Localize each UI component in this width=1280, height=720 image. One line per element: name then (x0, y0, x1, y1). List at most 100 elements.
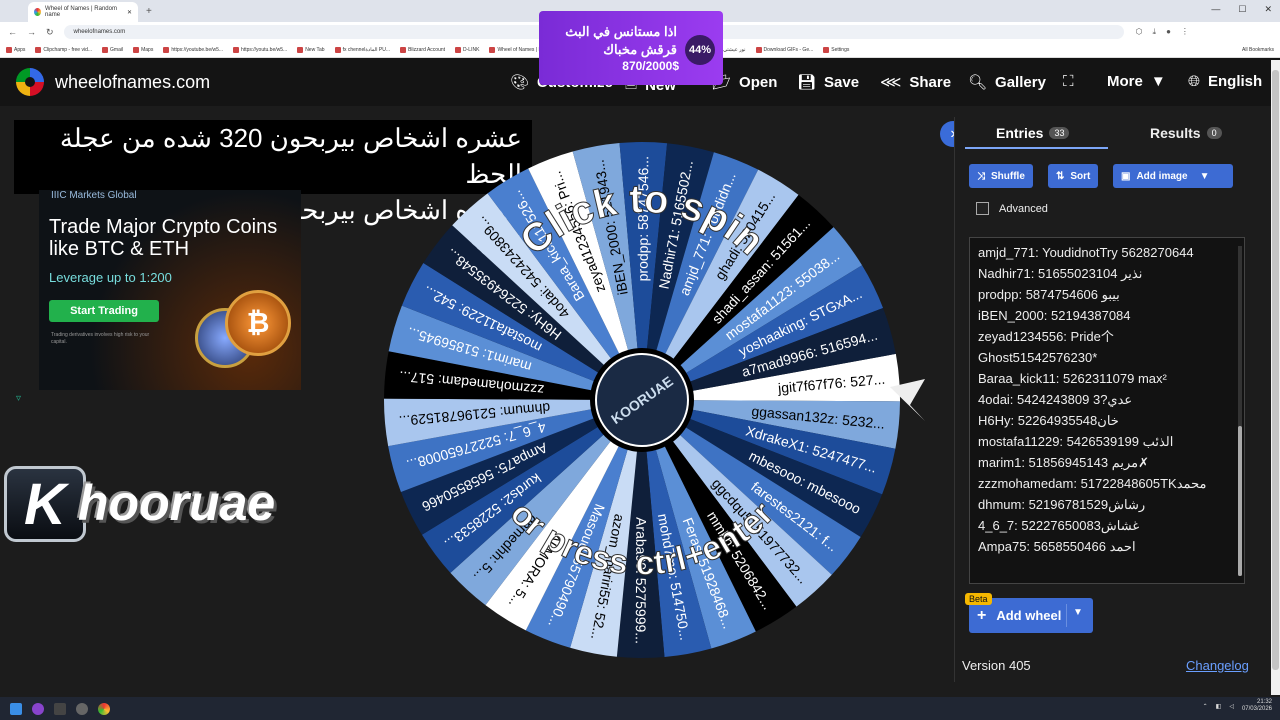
wheelofnames-logo-icon[interactable] (16, 68, 44, 96)
image-icon: ▣ (1121, 170, 1131, 182)
bookmark-item[interactable]: https://youtube.be/w5... (163, 46, 223, 53)
close-tab-icon[interactable]: ✕ (127, 9, 132, 16)
bookmark-item[interactable]: Clipchamp - free vid... (35, 46, 92, 53)
bookmark-item[interactable]: Maps (133, 46, 153, 53)
entry-item[interactable]: mostafa11229: 5426539199 الذئب (978, 431, 1206, 452)
entry-item[interactable]: Baraa_kick11: 5262311079 max² (978, 368, 1206, 389)
tab-entries[interactable]: Entries 33 (996, 125, 1070, 141)
reload-icon[interactable]: ↻ (46, 27, 54, 38)
results-label: Results (1150, 125, 1201, 141)
menu-icon[interactable]: ⋮ (1181, 27, 1189, 37)
entries-scrollbar-thumb[interactable] (1238, 426, 1242, 576)
entry-item[interactable]: prodpp: 5874754606 بيبو (978, 284, 1206, 305)
forward-icon[interactable]: → (27, 27, 36, 38)
sidebar: Entries 33 Results 0 ⤨ Shuffle ⇅ Sort ▣ Add i… (954, 117, 1252, 682)
entry-item[interactable]: iBEN_2000: 52194387084 (978, 305, 1206, 326)
sort-label: Sort (1070, 170, 1091, 182)
page-scrollbar-thumb[interactable] (1272, 70, 1279, 670)
bookmark-favicon-icon (823, 46, 830, 53)
entry-item[interactable]: 4_6_7: 52227650083غشاش (978, 515, 1206, 536)
page-scrollbar[interactable] (1271, 60, 1280, 695)
minimize-icon[interactable]: — (1211, 4, 1220, 15)
gallery-button[interactable]: 🔍︎ Gallery (968, 73, 1046, 92)
start-trading-button[interactable]: Start Trading (49, 300, 159, 322)
entry-item[interactable]: H6Hy: 52264935548خان (978, 410, 1206, 431)
add-image-button[interactable]: ▣ Add image ▼ (1113, 164, 1233, 188)
fullscreen-button[interactable]: ⛶ (1063, 73, 1074, 90)
all-bookmarks-button[interactable]: All Bookmarks (1242, 47, 1274, 53)
entries-scrollbar[interactable] (1238, 246, 1242, 576)
url-text: wheelofnames.com (73, 29, 126, 35)
profile-icon[interactable]: ● (1166, 27, 1171, 37)
plus-icon: + (977, 606, 987, 624)
entries-label: Entries (996, 125, 1044, 141)
app-icon[interactable] (32, 702, 44, 715)
close-window-icon[interactable]: ✕ (1264, 4, 1272, 15)
bookmark-item[interactable]: Apps (6, 46, 25, 53)
advanced-checkbox[interactable]: Advanced (976, 202, 1048, 215)
maximize-icon[interactable]: ☐ (1238, 4, 1246, 15)
browser-tab[interactable]: Wheel of Names | Random name ✕ (28, 2, 138, 22)
network-icon[interactable]: ◧ (1216, 703, 1222, 710)
app-icon[interactable] (76, 702, 88, 715)
entry-item[interactable]: 4odai: 5424243809 عدي?3 (978, 389, 1206, 410)
results-count-badge: 0 (1206, 127, 1222, 139)
ad-choices-icon[interactable]: ▿ (16, 393, 21, 404)
sort-button[interactable]: ⇅ Sort (1048, 164, 1099, 188)
site-name[interactable]: wheelofnames.com (55, 72, 210, 93)
extension-icon[interactable]: ⬡ (1136, 27, 1143, 37)
entry-item[interactable]: marim1: 51856945143 مريم✗ (978, 452, 1206, 473)
bookmark-item[interactable]: D-LINK (455, 46, 479, 53)
checkbox-icon[interactable] (976, 202, 989, 215)
bookmark-item[interactable]: Blizzard Account (400, 46, 445, 53)
save-button[interactable]: 💾︎ Save (797, 73, 859, 92)
bookmark-item[interactable]: https://youtu.be/w5... (233, 46, 287, 53)
add-wheel-dropdown-icon[interactable]: ▼ (1073, 607, 1083, 618)
active-tab-indicator (965, 147, 1108, 149)
floppy-icon: 💾︎ (797, 74, 817, 91)
tab-results[interactable]: Results 0 (1150, 125, 1222, 141)
bookmark-favicon-icon (163, 46, 170, 53)
back-icon[interactable]: ← (8, 27, 17, 38)
ad-leverage: Leverage up to 1:200 (49, 270, 172, 285)
entry-item[interactable]: amjd_771: YoudidnotTry 5628270644 (978, 242, 1206, 263)
entry-item[interactable]: dhmum: 52196781529رشاش (978, 494, 1206, 515)
download-icon[interactable]: ⤓ (1153, 27, 1157, 37)
donation-line1: اذا مستانس في البث (565, 24, 677, 39)
add-wheel-label: Add wheel (996, 608, 1062, 623)
tray-arrow-icon[interactable]: ⌃ (1203, 703, 1208, 710)
entry-item[interactable]: Ghost51542576230* (978, 347, 1206, 368)
bookmark-item[interactable]: fx chennelالمادة PU... (334, 46, 390, 53)
name-wheel[interactable]: jgit7f67f76: 527...ggassan132z: 5232...X… (380, 137, 925, 665)
tab-title: Wheel of Names | Random name (45, 6, 117, 18)
app-icon[interactable] (54, 702, 66, 715)
language-button[interactable]: 🌐︎ English (1188, 73, 1262, 90)
streamer-logo-letter: K (4, 466, 86, 542)
bookmark-label: New Tab (305, 46, 325, 53)
entry-item[interactable]: Nadhir71: 51655023104 نذير (978, 263, 1206, 284)
more-button[interactable]: More ▼ (1107, 73, 1166, 90)
bookmark-favicon-icon (35, 46, 42, 53)
shuffle-button[interactable]: ⤨ Shuffle (969, 164, 1033, 188)
entry-item[interactable]: zzzmohamedam: 51722848605TKمحمد (978, 473, 1206, 494)
volume-icon[interactable]: ◁ (1229, 703, 1234, 710)
new-tab-icon[interactable]: + (146, 6, 152, 17)
chrome-icon[interactable] (98, 702, 110, 715)
clock[interactable]: 21:32 07/03/2026 (1242, 699, 1272, 713)
palette-icon: 🎨︎ (510, 74, 530, 91)
windows-start-icon[interactable] (10, 702, 22, 715)
bookmark-item[interactable]: Download GIFs - Ge... (755, 46, 813, 53)
bookmark-item[interactable]: Settings (823, 46, 849, 53)
entry-item[interactable]: Ampa75: 5658550466 احمد (978, 536, 1206, 557)
bookmark-item[interactable]: New Tab (297, 46, 325, 53)
entries-textarea[interactable]: amjd_771: YoudidnotTry 5628270644 Nadhir7… (969, 237, 1245, 584)
changelog-link[interactable]: Changelog (1186, 658, 1249, 673)
bookmark-item[interactable]: Wheel of Names | R... (489, 46, 546, 53)
entry-item[interactable]: zeyad1234556: Pride个 (978, 326, 1206, 347)
btc-coin-icon: ₿ (225, 290, 291, 356)
share-button[interactable]: ⋘ Share (880, 73, 951, 92)
bookmark-favicon-icon (755, 46, 762, 53)
beta-badge: Beta (965, 593, 992, 605)
bookmark-item[interactable]: Gmail (102, 46, 123, 53)
advertisement[interactable]: IIIC Markets Global Trade Major Crypto C… (39, 190, 301, 390)
